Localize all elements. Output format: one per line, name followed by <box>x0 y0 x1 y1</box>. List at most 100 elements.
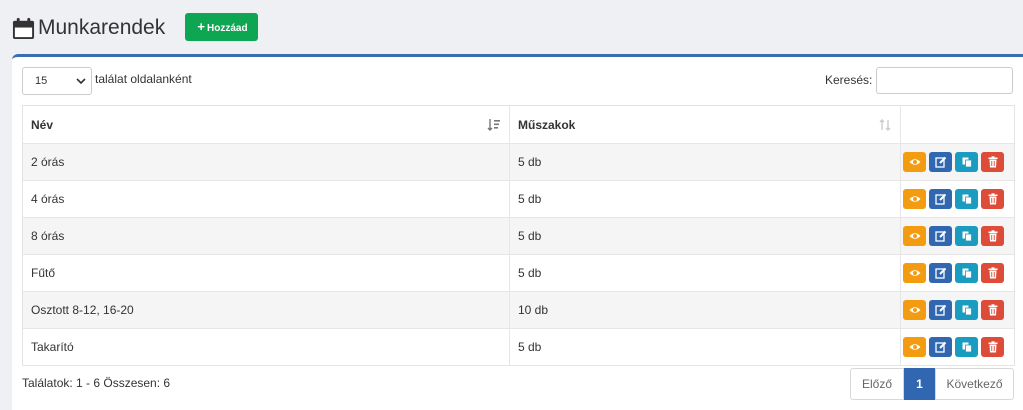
cell-name: Takarító <box>23 329 510 365</box>
view-button[interactable] <box>903 263 926 283</box>
pagination-prev[interactable]: Előző <box>850 368 904 400</box>
row-actions <box>903 226 1004 246</box>
eye-icon <box>909 159 920 165</box>
edit-icon <box>934 267 946 279</box>
cell-actions <box>901 255 1014 291</box>
delete-button[interactable] <box>981 337 1004 357</box>
table-row: Osztott 8-12, 16-20 10 db <box>23 292 1014 329</box>
copy-icon <box>962 194 972 205</box>
cell-shifts: 5 db <box>510 218 901 254</box>
cell-name: Osztott 8-12, 16-20 <box>23 292 510 328</box>
cell-name: 4 órás <box>23 181 510 217</box>
page-title: Munkarendek <box>38 16 166 39</box>
pagination-page-1[interactable]: 1 <box>904 368 935 400</box>
row-actions <box>903 189 1004 209</box>
copy-button[interactable] <box>955 189 978 209</box>
edit-button[interactable] <box>929 226 952 246</box>
view-button[interactable] <box>903 189 926 209</box>
pagination: Előző 1 Következő <box>850 368 1014 400</box>
cell-actions <box>901 144 1014 180</box>
trash-icon <box>988 341 997 353</box>
delete-button[interactable] <box>981 189 1004 209</box>
cell-name: 2 órás <box>23 144 510 180</box>
column-header-actions <box>901 106 1014 143</box>
cell-shifts: 5 db <box>510 181 901 217</box>
delete-button[interactable] <box>981 226 1004 246</box>
pagination-next[interactable]: Következő <box>935 368 1014 400</box>
delete-button[interactable] <box>981 263 1004 283</box>
trash-icon <box>988 267 997 279</box>
sort-asc-icon <box>487 119 500 131</box>
edit-icon <box>934 156 946 168</box>
eye-icon <box>909 344 920 350</box>
cell-name: Fűtő <box>23 255 510 291</box>
row-actions <box>903 337 1004 357</box>
edit-icon <box>934 193 946 205</box>
chevron-down-icon <box>76 78 86 85</box>
trash-icon <box>988 230 997 242</box>
sort-icon <box>879 119 891 131</box>
copy-button[interactable] <box>955 226 978 246</box>
copy-button[interactable] <box>955 152 978 172</box>
edit-icon <box>934 230 946 242</box>
copy-icon <box>962 157 972 168</box>
table-row: Takarító 5 db <box>23 329 1014 366</box>
trash-icon <box>988 156 997 168</box>
edit-button[interactable] <box>929 152 952 172</box>
schedule-table: Név Műszakok 2 órás 5 db 4 órás 5 db 8 órás 5… <box>22 105 1015 366</box>
table-row: 4 órás 5 db <box>23 181 1014 218</box>
search-label: Keresés: <box>825 73 873 87</box>
column-header-name-label: Név <box>31 117 54 132</box>
page-length-select[interactable]: 15 <box>22 67 92 95</box>
delete-button[interactable] <box>981 300 1004 320</box>
copy-button[interactable] <box>955 300 978 320</box>
copy-icon <box>962 268 972 279</box>
eye-icon <box>909 270 920 276</box>
cell-actions <box>901 329 1014 365</box>
cell-name: 8 órás <box>23 218 510 254</box>
row-actions <box>903 152 1004 172</box>
copy-button[interactable] <box>955 263 978 283</box>
schedule-card: 15 találat oldalanként Keresés: Név Műsz… <box>12 54 1023 410</box>
column-header-name[interactable]: Név <box>23 106 510 143</box>
edit-icon <box>934 304 946 316</box>
edit-button[interactable] <box>929 189 952 209</box>
column-header-shifts[interactable]: Műszakok <box>510 106 901 143</box>
delete-button[interactable] <box>981 152 1004 172</box>
page-length-value: 15 <box>35 75 48 87</box>
plus-icon: + <box>197 19 206 34</box>
cell-actions <box>901 181 1014 217</box>
edit-button[interactable] <box>929 300 952 320</box>
table-row: Fűtő 5 db <box>23 255 1014 292</box>
table-row: 8 órás 5 db <box>23 218 1014 255</box>
trash-icon <box>988 304 997 316</box>
copy-icon <box>962 342 972 353</box>
eye-icon <box>909 307 920 313</box>
trash-icon <box>988 193 997 205</box>
eye-icon <box>909 196 920 202</box>
view-button[interactable] <box>903 152 926 172</box>
row-actions <box>903 263 1004 283</box>
cell-actions <box>901 292 1014 328</box>
view-button[interactable] <box>903 300 926 320</box>
edit-icon <box>934 341 946 353</box>
copy-icon <box>962 231 972 242</box>
page-length-label: találat oldalanként <box>95 72 192 86</box>
table-row: 2 órás 5 db <box>23 144 1014 181</box>
edit-button[interactable] <box>929 263 952 283</box>
cell-shifts: 5 db <box>510 144 901 180</box>
add-button-label: Hozzáad <box>207 23 248 34</box>
edit-button[interactable] <box>929 337 952 357</box>
copy-button[interactable] <box>955 337 978 357</box>
cell-shifts: 5 db <box>510 255 901 291</box>
cell-shifts: 10 db <box>510 292 901 328</box>
view-button[interactable] <box>903 226 926 246</box>
table-header-row: Név Műszakok <box>23 106 1014 144</box>
cell-shifts: 5 db <box>510 329 901 365</box>
search-input[interactable] <box>876 67 1013 94</box>
eye-icon <box>909 233 920 239</box>
calendar-icon <box>12 17 35 40</box>
view-button[interactable] <box>903 337 926 357</box>
add-button[interactable]: + Hozzáad <box>185 13 258 41</box>
table-info: Találatok: 1 - 6 Összesen: 6 <box>22 376 171 390</box>
